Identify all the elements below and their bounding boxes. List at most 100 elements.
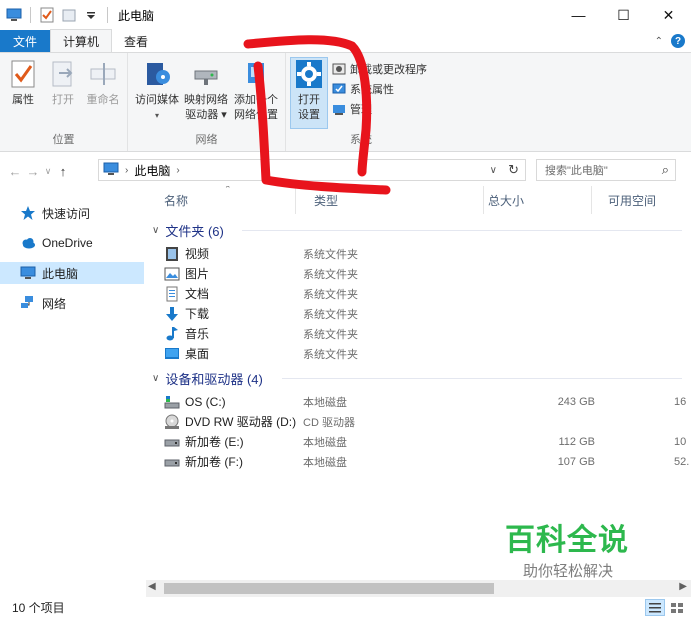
- column-header-total[interactable]: 总大小: [484, 186, 592, 214]
- item-type: 本地磁盘: [303, 456, 347, 469]
- list-item[interactable]: 图片 系统文件夹: [164, 264, 691, 283]
- nav-item-onedrive[interactable]: OneDrive: [0, 232, 144, 254]
- item-name: 音乐: [185, 327, 210, 341]
- ribbon-group-location: 属性 打开 重命名 位置: [0, 53, 128, 151]
- address-bar[interactable]: › 此电脑 › ∨ ↻: [98, 159, 526, 181]
- ribbon-collapse-icon[interactable]: ⌃: [655, 36, 663, 47]
- open-icon: [49, 59, 77, 89]
- open-settings-label-1: 打开: [298, 94, 320, 106]
- column-header-free[interactable]: 可用空间: [592, 186, 691, 214]
- horizontal-scrollbar[interactable]: ◀ ▶: [146, 580, 691, 597]
- maximize-button[interactable]: ☐: [601, 0, 646, 30]
- properties-icon: [9, 59, 37, 89]
- scroll-left-icon[interactable]: ◀: [148, 581, 156, 592]
- system-properties-button[interactable]: 系统属性: [332, 79, 427, 99]
- scroll-right-icon[interactable]: ▶: [679, 581, 687, 592]
- item-type: CD 驱动器: [303, 416, 355, 429]
- manage-label: 管理: [350, 104, 372, 116]
- nav-item-this-pc[interactable]: 此电脑: [0, 262, 144, 284]
- open-settings-label-2: 设置: [298, 109, 320, 121]
- item-name: 下载: [185, 307, 210, 321]
- star-icon: [20, 205, 36, 221]
- refresh-icon[interactable]: ↻: [508, 162, 519, 178]
- minimize-button[interactable]: —: [556, 0, 601, 30]
- chevron-down-icon[interactable]: ∨: [490, 165, 497, 176]
- add-network-location-button[interactable]: 添加一个 网络位置: [230, 59, 282, 123]
- tab-file[interactable]: 文件: [0, 30, 50, 52]
- window-title: 此电脑: [118, 8, 155, 23]
- watermark: 百科全说 助你轻松解决: [505, 524, 655, 581]
- open-settings-button[interactable]: 打开 设置: [286, 59, 332, 123]
- divider: [282, 378, 682, 379]
- list-item[interactable]: 新加卷 (F:) 本地磁盘 107 GB 52.: [164, 452, 691, 471]
- item-type: 系统文件夹: [303, 348, 358, 361]
- item-name: 新加卷 (E:): [185, 435, 244, 449]
- list-item[interactable]: 文档 系统文件夹: [164, 284, 691, 303]
- nav-item-quick-access[interactable]: 快速访问: [0, 202, 144, 224]
- quick-access-toolbar: [0, 0, 110, 30]
- item-free: 16: [674, 395, 687, 408]
- ribbon-right-controls: ⌃ ?: [655, 34, 685, 48]
- divider: [107, 7, 108, 23]
- uninstall-label: 卸载或更改程序: [350, 64, 427, 76]
- tab-computer[interactable]: 计算机: [50, 29, 113, 52]
- tab-view[interactable]: 查看: [112, 30, 160, 52]
- navigation-pane: 快速访问 OneDrive 此电脑 网络: [0, 186, 146, 586]
- map-network-drive-button[interactable]: 映射网络 驱动器 ▾: [180, 59, 232, 123]
- status-bar: 10 个项目: [0, 597, 691, 618]
- search-icon[interactable]: ⌕: [662, 162, 669, 178]
- item-type: 系统文件夹: [303, 308, 358, 321]
- uninstall-button[interactable]: 卸载或更改程序: [332, 59, 427, 79]
- back-arrow-icon[interactable]: ←: [6, 164, 24, 179]
- computer-icon: [6, 7, 22, 23]
- breadcrumb[interactable]: 此电脑: [134, 162, 170, 179]
- up-arrow-icon[interactable]: ↑: [54, 164, 72, 179]
- network-icon: [20, 295, 36, 311]
- title-bar: 此电脑 — ☐ ✕: [0, 0, 691, 30]
- item-name: 文档: [185, 287, 210, 301]
- recent-dropdown-icon[interactable]: ∨: [42, 166, 54, 177]
- window-controls: — ☐ ✕: [556, 0, 691, 30]
- list-item[interactable]: 音乐 系统文件夹: [164, 324, 691, 343]
- rename-button[interactable]: 重命名: [80, 59, 126, 108]
- list-item[interactable]: 桌面 系统文件夹: [164, 344, 691, 363]
- nav-item-network[interactable]: 网络: [0, 292, 144, 314]
- column-header-type[interactable]: 类型: [296, 186, 484, 214]
- details-view-icon[interactable]: [645, 599, 665, 616]
- rename-icon: [89, 59, 117, 89]
- large-icons-view-icon[interactable]: [667, 599, 687, 616]
- list-item[interactable]: 下载 系统文件夹: [164, 304, 691, 323]
- cloud-icon: [20, 235, 36, 251]
- properties-check-icon[interactable]: [39, 7, 55, 23]
- list-item[interactable]: OS (C:) 本地磁盘 243 GB 16: [164, 392, 691, 411]
- access-media-button[interactable]: 访问媒体 ▾: [132, 59, 182, 123]
- group-header-folders[interactable]: ∨ 文件夹 (6): [152, 220, 224, 240]
- customize-dropdown-icon[interactable]: [83, 7, 99, 23]
- search-input[interactable]: 搜索"此电脑" ⌕: [536, 159, 676, 181]
- downloads-folder-icon: [164, 306, 180, 322]
- column-header-name[interactable]: 名称 ⌃: [146, 186, 296, 214]
- list-item[interactable]: DVD RW 驱动器 (D:) CD 驱动器: [164, 412, 691, 431]
- nav-item-label: 快速访问: [42, 206, 91, 221]
- manage-button[interactable]: 管理: [332, 99, 427, 119]
- add-network-label-2: 网络位置: [234, 109, 278, 121]
- list-item[interactable]: 视频 系统文件夹: [164, 244, 691, 263]
- chevron-right-icon[interactable]: ›: [125, 165, 128, 176]
- documents-folder-icon: [164, 286, 180, 302]
- close-button[interactable]: ✕: [646, 0, 691, 30]
- new-folder-icon[interactable]: [61, 7, 77, 23]
- group-header-devices[interactable]: ∨ 设备和驱动器 (4): [152, 368, 263, 388]
- nav-item-label: 网络: [42, 296, 67, 311]
- ribbon: 属性 打开 重命名 位置 访问媒体 ▾ 映射网络 驱动器 ▾ 添加一个 网络位置…: [0, 52, 691, 152]
- list-item[interactable]: 新加卷 (E:) 本地磁盘 112 GB 10: [164, 432, 691, 451]
- forward-arrow-icon[interactable]: →: [24, 164, 42, 179]
- rename-label: 重命名: [86, 94, 120, 106]
- item-type: 本地磁盘: [303, 436, 347, 449]
- chevron-right-icon[interactable]: ›: [176, 165, 179, 176]
- properties-label: 属性: [12, 94, 34, 106]
- item-size: 112 GB: [558, 435, 596, 448]
- scrollbar-thumb[interactable]: [164, 583, 494, 594]
- desktop-folder-icon: [164, 346, 180, 362]
- help-icon[interactable]: ?: [671, 34, 685, 48]
- item-name: DVD RW 驱动器 (D:): [185, 415, 297, 429]
